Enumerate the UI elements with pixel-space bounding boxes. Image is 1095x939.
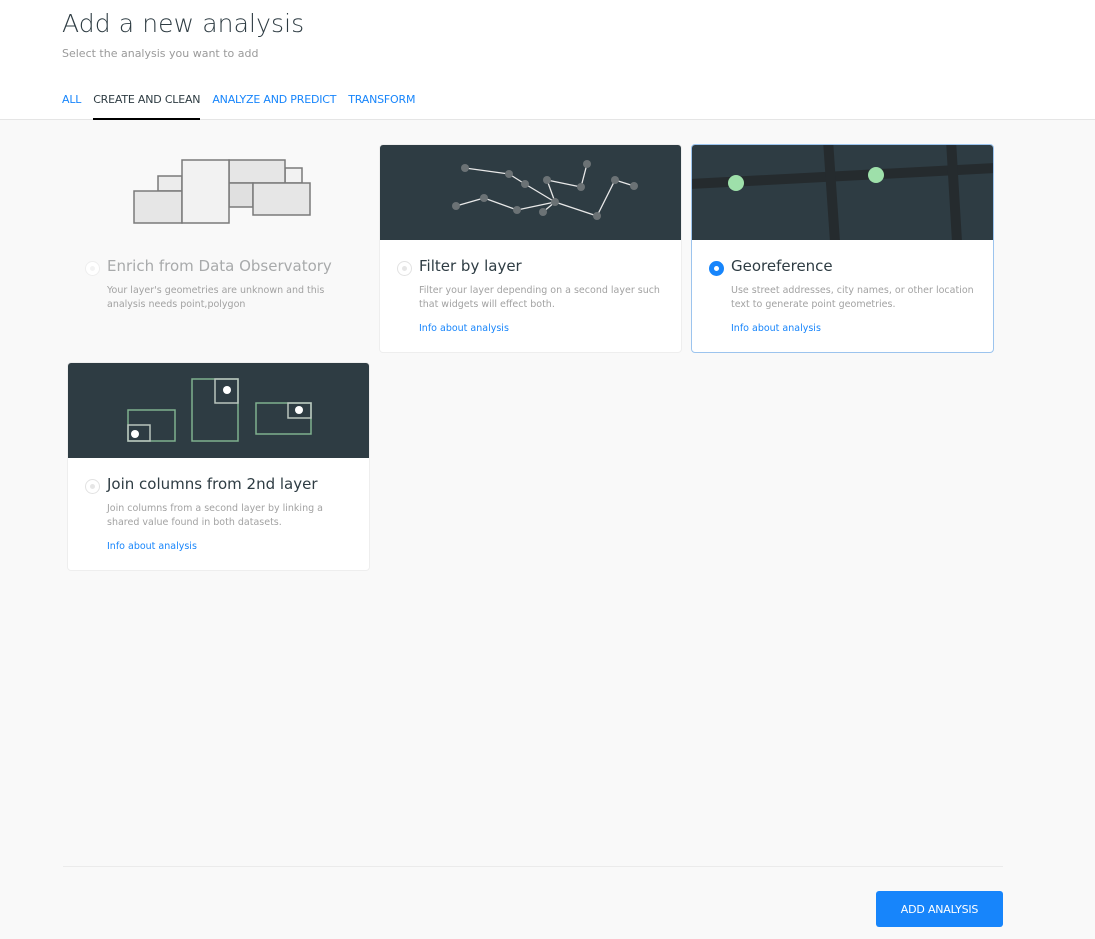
graph-node bbox=[452, 202, 460, 210]
page-subtitle: Select the analysis you want to add bbox=[62, 47, 259, 60]
analysis-card-georeference[interactable]: Georeference Use street addresses, city … bbox=[691, 144, 994, 353]
graph-node bbox=[593, 212, 601, 220]
analysis-description: Join columns from a second layer by link… bbox=[107, 503, 323, 528]
graph-node bbox=[480, 194, 488, 202]
analysis-description: Use street addresses, city names, or oth… bbox=[731, 285, 974, 310]
graph-edge bbox=[524, 183, 556, 203]
polygon-shape bbox=[228, 159, 286, 184]
graph-node bbox=[583, 160, 591, 168]
tab-all[interactable]: ALL bbox=[62, 91, 81, 120]
joined-boxes-illustration bbox=[68, 363, 369, 458]
page-title: Add a new analysis bbox=[62, 9, 305, 38]
street-line bbox=[946, 145, 962, 240]
analysis-card-filter-by-layer[interactable]: Filter by layer Filter your layer depend… bbox=[379, 144, 682, 353]
add-analysis-button[interactable]: ADD ANALYSIS bbox=[876, 891, 1003, 927]
analysis-name: Join columns from 2nd layer bbox=[107, 475, 318, 493]
polygon-shape bbox=[228, 182, 254, 208]
graph-node bbox=[513, 206, 521, 214]
polygon-shape bbox=[181, 159, 230, 224]
overlapping-polygons-illustration bbox=[68, 145, 369, 240]
analysis-radio[interactable] bbox=[85, 479, 100, 494]
tab-transform[interactable]: TRANSFORM bbox=[348, 91, 415, 120]
graph-node bbox=[539, 208, 547, 216]
polygon-shape bbox=[284, 167, 303, 184]
category-tabs: ALL CREATE AND CLEAN ANALYZE AND PREDICT… bbox=[62, 91, 427, 120]
data-point bbox=[295, 406, 303, 414]
street-map-illustration bbox=[692, 145, 993, 240]
connected-nodes-illustration bbox=[380, 145, 681, 240]
tab-analyze-and-predict[interactable]: ANALYZE AND PREDICT bbox=[212, 91, 336, 120]
graph-edge bbox=[483, 197, 518, 211]
analysis-description: Your layer's geometries are unknown and … bbox=[107, 285, 325, 310]
info-about-analysis-link[interactable]: Info about analysis bbox=[107, 541, 197, 552]
analysis-name: Enrich from Data Observatory bbox=[107, 257, 332, 275]
geocoded-point bbox=[868, 167, 884, 183]
analysis-name: Georeference bbox=[731, 257, 833, 275]
street-line bbox=[823, 145, 840, 240]
graph-node bbox=[630, 182, 638, 190]
header: Add a new analysis Select the analysis y… bbox=[0, 0, 1095, 120]
graph-node bbox=[543, 176, 551, 184]
analysis-name: Filter by layer bbox=[419, 257, 522, 275]
analysis-description: Filter your layer depending on a second … bbox=[419, 285, 660, 310]
info-about-analysis-link[interactable]: Info about analysis bbox=[419, 323, 509, 334]
graph-edge bbox=[554, 201, 598, 217]
geocoded-point bbox=[728, 175, 744, 191]
graph-node bbox=[521, 180, 529, 188]
data-point bbox=[131, 430, 139, 438]
graph-edge bbox=[455, 197, 485, 207]
graph-node bbox=[611, 176, 619, 184]
graph-edge bbox=[546, 179, 582, 188]
analysis-card-enrich: Enrich from Data Observatory Your layer'… bbox=[67, 144, 370, 353]
graph-node bbox=[461, 164, 469, 172]
graph-node bbox=[551, 198, 559, 206]
graph-edge bbox=[464, 167, 510, 175]
info-about-analysis-link[interactable]: Info about analysis bbox=[731, 323, 821, 334]
analysis-radio[interactable] bbox=[85, 261, 100, 276]
analysis-card-join-columns[interactable]: Join columns from 2nd layer Join columns… bbox=[67, 362, 370, 571]
graph-edge bbox=[596, 179, 616, 217]
polygon-shape bbox=[133, 190, 183, 224]
graph-node bbox=[577, 183, 585, 191]
polygon-shape bbox=[157, 175, 183, 192]
analysis-radio-selected[interactable] bbox=[709, 261, 724, 276]
footer-divider bbox=[63, 866, 1003, 867]
analysis-radio[interactable] bbox=[397, 261, 412, 276]
tab-create-and-clean[interactable]: CREATE AND CLEAN bbox=[93, 91, 201, 120]
graph-node bbox=[505, 170, 513, 178]
data-point bbox=[223, 386, 231, 394]
polygon-shape bbox=[252, 182, 311, 216]
